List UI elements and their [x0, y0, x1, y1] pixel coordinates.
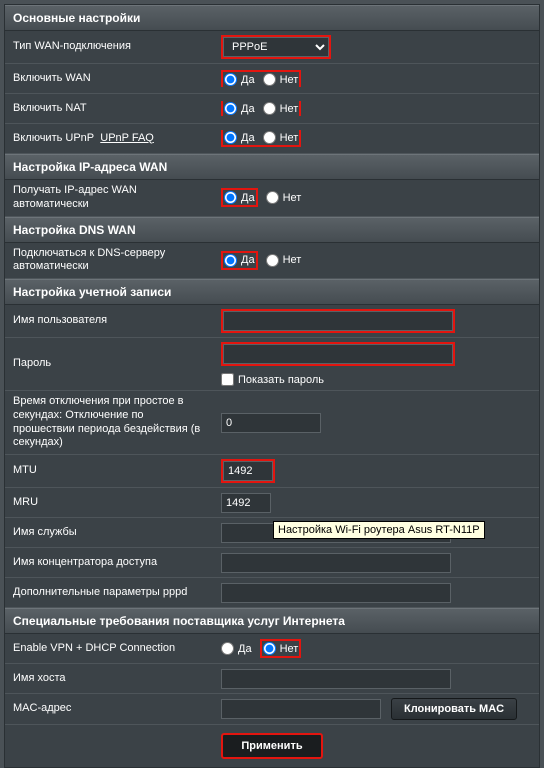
enable-upnp-no[interactable]: [263, 131, 276, 144]
tooltip: Настройка Wi-Fi роутера Asus RT-N11P: [273, 521, 485, 539]
enable-wan-no[interactable]: [263, 73, 276, 86]
row-password: Пароль Показать пароль: [5, 338, 539, 391]
label-dns-auto: Подключаться к DNS-серверу автоматически: [5, 243, 215, 279]
row-mtu: MTU: [5, 455, 539, 488]
show-password-checkbox[interactable]: [221, 373, 234, 386]
section-isp: Специальные требования поставщика услуг …: [5, 608, 539, 634]
enable-upnp-yes[interactable]: [224, 131, 237, 144]
get-wan-ip-yes[interactable]: [224, 191, 237, 204]
label-username: Имя пользователя: [5, 310, 215, 332]
label-concentrator: Имя концентратора доступа: [5, 552, 215, 574]
concentrator-input[interactable]: [221, 553, 451, 573]
password-input[interactable]: [223, 344, 453, 364]
row-service: Имя службы Настройка Wi-Fi роутера Asus …: [5, 518, 539, 548]
row-enable-upnp: Включить UPnP UPnP FAQ Да Нет: [5, 124, 539, 154]
enable-nat-yes[interactable]: [224, 102, 237, 115]
pppd-extra-input[interactable]: [221, 583, 451, 603]
label-enable-nat: Включить NAT: [5, 98, 215, 120]
section-account: Настройка учетной записи: [5, 279, 539, 305]
row-concentrator: Имя концентратора доступа: [5, 548, 539, 578]
get-wan-ip-no[interactable]: [266, 191, 279, 204]
username-input[interactable]: [223, 311, 453, 331]
row-mru: MRU: [5, 488, 539, 518]
label-vpn-dhcp: Enable VPN + DHCP Connection: [5, 638, 215, 660]
row-enable-wan: Включить WAN Да Нет: [5, 64, 539, 94]
row-idle: Время отключения при простое в секундах:…: [5, 391, 539, 455]
apply-row: Применить: [5, 725, 539, 767]
row-enable-nat: Включить NAT Да Нет: [5, 94, 539, 124]
mac-input[interactable]: [221, 699, 381, 719]
row-username: Имя пользователя: [5, 305, 539, 338]
row-dns-auto: Подключаться к DNS-серверу автоматически…: [5, 243, 539, 280]
section-basic: Основные настройки: [5, 5, 539, 31]
label-show-password: Показать пароль: [238, 374, 324, 386]
clone-mac-button[interactable]: Клонировать MAC: [391, 698, 517, 720]
apply-button[interactable]: Применить: [221, 733, 322, 759]
enable-nat-no[interactable]: [263, 102, 276, 115]
row-wan-type: Тип WAN-подключения PPPoE: [5, 31, 539, 64]
label-pppd-extra: Дополнительные параметры pppd: [5, 582, 215, 604]
enable-wan-yes[interactable]: [224, 73, 237, 86]
row-vpn-dhcp: Enable VPN + DHCP Connection Да Нет: [5, 634, 539, 664]
row-hostname: Имя хоста: [5, 664, 539, 694]
mtu-input[interactable]: [223, 461, 273, 481]
label-idle: Время отключения при простое в секундах:…: [5, 391, 215, 454]
upnp-faq-link[interactable]: UPnP FAQ: [100, 132, 154, 144]
section-dns: Настройка DNS WAN: [5, 217, 539, 243]
row-mac: MAC-адрес Клонировать MAC: [5, 694, 539, 725]
label-get-wan-ip: Получать IP-адрес WAN автоматически: [5, 180, 215, 216]
label-hostname: Имя хоста: [5, 668, 215, 690]
row-get-wan-ip: Получать IP-адрес WAN автоматически Да Н…: [5, 180, 539, 217]
label-mac: MAC-адрес: [5, 698, 215, 720]
vpn-dhcp-yes[interactable]: [221, 642, 234, 655]
dns-auto-no[interactable]: [266, 254, 279, 267]
label-password: Пароль: [5, 353, 215, 375]
vpn-dhcp-no[interactable]: [263, 642, 276, 655]
label-service: Имя службы: [5, 522, 215, 544]
row-pppd-extra: Дополнительные параметры pppd: [5, 578, 539, 608]
dns-auto-yes[interactable]: [224, 254, 237, 267]
label-enable-upnp: Включить UPnP UPnP FAQ: [5, 128, 215, 150]
label-mtu: MTU: [5, 460, 215, 482]
section-wanip: Настройка IP-адреса WAN: [5, 154, 539, 180]
wan-type-select[interactable]: PPPoE: [223, 37, 329, 57]
idle-input[interactable]: [221, 413, 321, 433]
label-enable-wan: Включить WAN: [5, 68, 215, 90]
mru-input[interactable]: [221, 493, 271, 513]
label-wan-type: Тип WAN-подключения: [5, 36, 215, 58]
hostname-input[interactable]: [221, 669, 451, 689]
label-mru: MRU: [5, 492, 215, 514]
